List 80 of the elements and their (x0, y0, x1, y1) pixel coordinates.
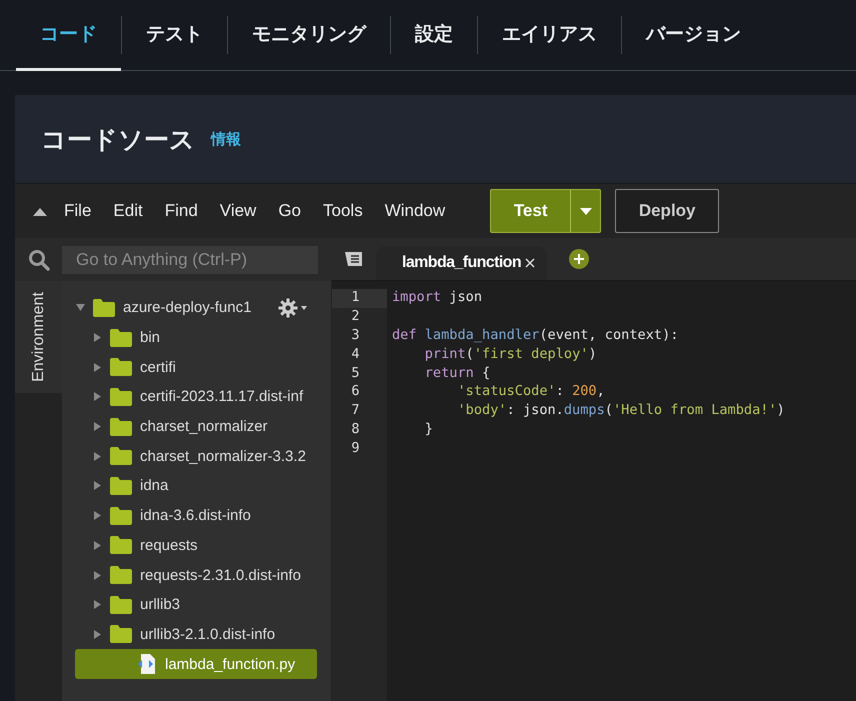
line-number: 4 (350, 346, 361, 364)
environment-tab[interactable]: Environment (15, 281, 62, 393)
tab[interactable]: モニタリング (228, 0, 390, 71)
menu-item[interactable]: Go (267, 201, 312, 221)
tab[interactable]: テスト (122, 0, 227, 71)
folder-icon (109, 386, 133, 407)
search-field[interactable]: Go to Anything (Ctrl-P) (62, 246, 318, 274)
code-line: import json (392, 289, 482, 307)
tab[interactable]: エイリアス (478, 0, 621, 71)
code-line: return { (424, 364, 490, 383)
folder-item[interactable]: requests (75, 530, 331, 560)
deploy-button[interactable]: Deploy (615, 189, 720, 233)
folder-icon (109, 328, 133, 348)
expand-arrow-icon[interactable] (92, 540, 102, 550)
folder-icon (109, 476, 133, 496)
list-icon[interactable] (344, 251, 364, 267)
menu-item[interactable]: Tools (312, 201, 374, 221)
line-number: 9 (350, 440, 361, 458)
caret-icon (580, 208, 592, 214)
expand-arrow-icon[interactable] (92, 600, 102, 610)
tab[interactable]: 設定 (391, 0, 477, 71)
menu-item[interactable]: Window (374, 201, 456, 221)
folder-item[interactable]: requests-2.31.0.dist-info (75, 560, 331, 590)
menu-item[interactable]: Edit (102, 201, 154, 221)
folder-icon (109, 446, 133, 466)
test-button[interactable]: Test (491, 190, 570, 232)
add-tab-icon[interactable] (569, 249, 590, 269)
code-line: } (424, 421, 433, 440)
folder-icon (109, 565, 133, 586)
folder-item[interactable]: certifi (75, 352, 331, 382)
menu-item[interactable]: File (53, 201, 102, 221)
line-number: 3 (350, 326, 361, 345)
expand-arrow-icon[interactable] (92, 422, 102, 432)
expand-arrow-icon[interactable] (92, 452, 102, 461)
python-file-entry[interactable]: lambda_function.py (75, 649, 317, 679)
folder-icon (109, 624, 133, 644)
folder-item[interactable]: urllib3 (75, 590, 331, 620)
file-icon (136, 653, 158, 676)
section-title: コードソース (41, 124, 195, 156)
settings-icon[interactable] (278, 298, 308, 318)
collapse-arrow-icon[interactable] (33, 206, 47, 216)
line-number: 7 (350, 402, 361, 420)
folder-icon (109, 357, 133, 378)
expand-arrow-icon[interactable] (92, 481, 102, 490)
folder-icon (109, 506, 133, 526)
editor-tab[interactable]: lambda_function (376, 246, 548, 280)
folder-item[interactable]: charset_normalizer-3.3.2 (75, 441, 331, 472)
folder-icon (109, 535, 133, 556)
code-line: print('first deploy') (424, 346, 597, 364)
expand-arrow-icon[interactable] (92, 333, 102, 342)
folder-icon (109, 416, 133, 437)
expand-arrow-icon[interactable] (92, 570, 102, 580)
info-link[interactable]: 情報 (211, 130, 241, 148)
collapse-arrow-icon[interactable] (76, 303, 84, 312)
folder-item[interactable]: azure-deploy-func1 (75, 293, 331, 323)
expand-arrow-icon[interactable] (92, 630, 102, 639)
folder-item[interactable]: bin (75, 322, 331, 352)
line-number: 8 (350, 421, 361, 440)
menu-item[interactable]: View (208, 201, 268, 221)
tab[interactable]: バージョン (622, 0, 765, 71)
code-line: 'body': json.dumps('Hello from Lambda!') (456, 402, 785, 420)
code-line: 'statusCode': 200, (456, 383, 605, 402)
folder-item[interactable]: idna (75, 471, 331, 501)
folder-item[interactable]: certifi-2023.11.17.dist-inf (75, 382, 331, 412)
folder-item[interactable]: urllib3-2.1.0.dist-info (75, 620, 331, 650)
line-number: 6 (350, 383, 361, 402)
folder-icon (92, 298, 116, 318)
expand-arrow-icon[interactable] (92, 362, 102, 372)
expand-arrow-icon[interactable] (92, 511, 102, 520)
line-number: 5 (350, 364, 361, 383)
folder-item[interactable]: charset_normalizer (75, 412, 331, 442)
search-icon[interactable] (28, 248, 50, 270)
folder-item[interactable]: idna-3.6.dist-info (75, 500, 331, 530)
folder-icon (109, 594, 133, 615)
line-number: 2 (350, 308, 361, 326)
close-icon[interactable] (525, 258, 536, 268)
expand-arrow-icon[interactable] (92, 392, 102, 402)
code-line: def lambda_handler(event, context): (392, 326, 678, 345)
menu-item[interactable]: Find (154, 201, 209, 221)
line-number: 1 (332, 289, 387, 308)
